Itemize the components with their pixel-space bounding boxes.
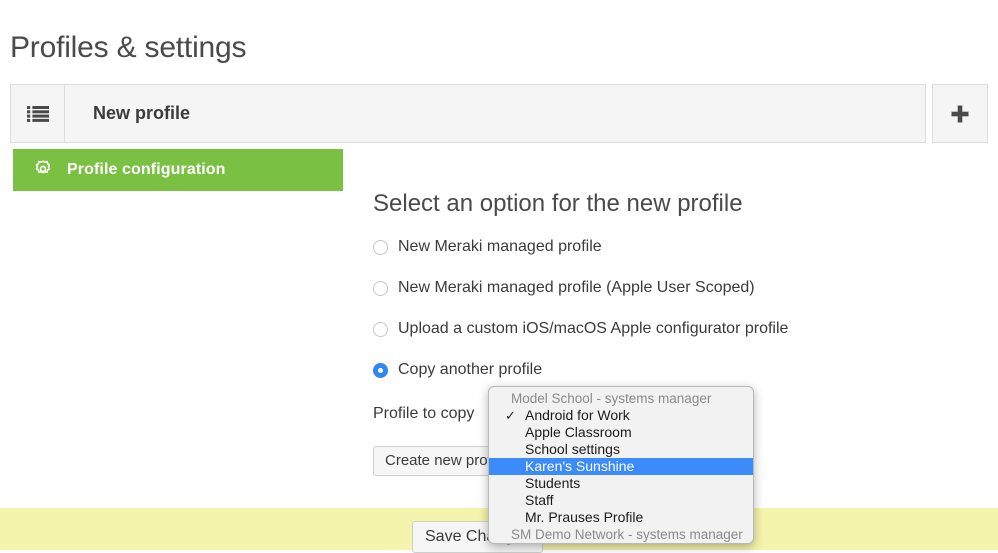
- profile-to-copy-dropdown[interactable]: Model School - systems manager ✓ Android…: [488, 386, 754, 544]
- tab-new-profile[interactable]: New profile: [64, 84, 926, 143]
- dropdown-option-label: Mr. Prauses Profile: [525, 509, 643, 525]
- dropdown-option-label: Karen's Sunshine: [525, 458, 634, 474]
- gear-icon: [31, 158, 55, 182]
- tab-new-profile-label: New profile: [93, 103, 190, 124]
- dropdown-option-android-for-work[interactable]: ✓ Android for Work: [489, 407, 753, 424]
- dropdown-option-staff[interactable]: Staff: [489, 492, 753, 509]
- dropdown-option-school-settings[interactable]: School settings: [489, 441, 753, 458]
- radio-button[interactable]: [373, 322, 388, 337]
- dropdown-option-label: Students: [525, 475, 580, 491]
- radio-option-upload-custom-apple-configurator-profile[interactable]: Upload a custom iOS/macOS Apple configur…: [373, 316, 973, 342]
- radio-label: Copy another profile: [398, 360, 542, 380]
- add-profile-button[interactable]: [932, 84, 988, 143]
- dropdown-option-apple-classroom[interactable]: Apple Classroom: [489, 424, 753, 441]
- dropdown-option-label: Apple Classroom: [525, 424, 632, 440]
- radio-option-new-meraki-managed-profile-apple-user-scoped[interactable]: New Meraki managed profile (Apple User S…: [373, 275, 973, 301]
- tab-list-menu-button[interactable]: [10, 84, 64, 143]
- section-heading: Select an option for the new profile: [373, 188, 973, 220]
- dropdown-option-mr-prauses-profile[interactable]: Mr. Prauses Profile: [489, 509, 753, 526]
- radio-button[interactable]: [373, 363, 388, 378]
- dropdown-option-label: Staff: [525, 492, 554, 508]
- profile-to-copy-label: Profile to copy: [373, 405, 474, 423]
- list-icon: [27, 106, 49, 122]
- sidebar-item-profile-configuration[interactable]: Profile configuration: [13, 149, 343, 191]
- side-nav: Profile configuration: [13, 149, 343, 191]
- dropdown-option-students[interactable]: Students: [489, 475, 753, 492]
- radio-label: Upload a custom iOS/macOS Apple configur…: [398, 319, 788, 339]
- sidebar-item-label: Profile configuration: [67, 161, 226, 179]
- dropdown-group-header: SM Demo Network - systems manager: [489, 526, 753, 543]
- dropdown-option-karens-sunshine[interactable]: Karen's Sunshine: [489, 458, 753, 475]
- dropdown-option-label: Android for Work: [525, 407, 630, 423]
- page-title: Profiles & settings: [10, 28, 246, 68]
- radio-option-new-meraki-managed-profile[interactable]: New Meraki managed profile: [373, 234, 973, 260]
- dropdown-group-header: Model School - systems manager: [489, 390, 753, 407]
- plus-icon: [951, 105, 969, 123]
- dropdown-option-label: School settings: [525, 441, 620, 457]
- radio-button[interactable]: [373, 281, 388, 296]
- radio-label: New Meraki managed profile: [398, 237, 602, 257]
- radio-option-copy-another-profile[interactable]: Copy another profile: [373, 357, 973, 383]
- radio-label: New Meraki managed profile (Apple User S…: [398, 278, 755, 298]
- tab-bar: New profile: [10, 84, 988, 144]
- check-icon: ✓: [505, 407, 517, 424]
- radio-button[interactable]: [373, 240, 388, 255]
